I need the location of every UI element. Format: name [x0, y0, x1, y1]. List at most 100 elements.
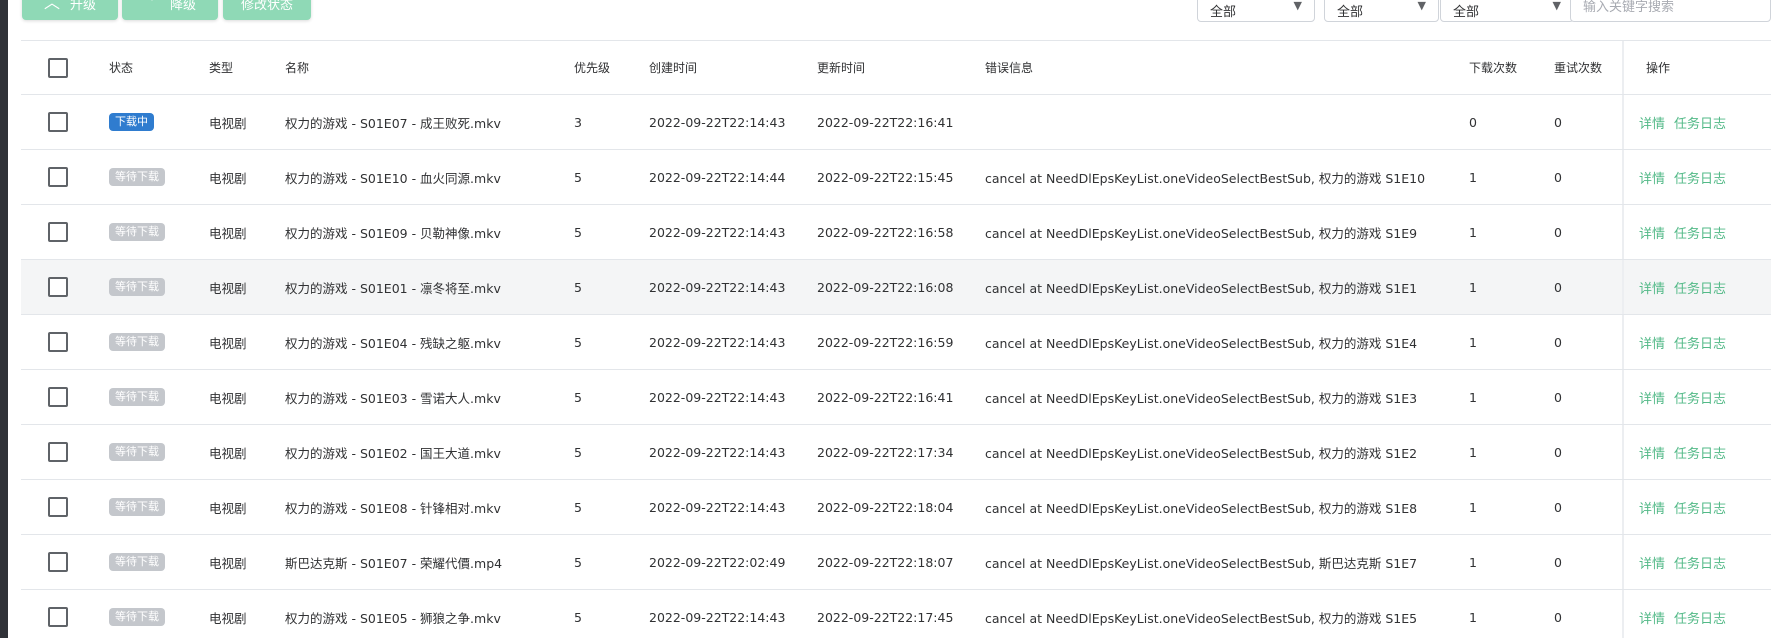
downloads-cell: 1 [1469, 499, 1477, 515]
header-downloads[interactable]: 下载次数 [1469, 41, 1517, 94]
row-checkbox-cell [48, 150, 68, 204]
row-checkbox[interactable] [48, 607, 68, 627]
status-cell: 等待下载 [109, 205, 165, 259]
detail-link[interactable]: 详情 [1639, 278, 1665, 297]
updated-cell: 2022-09-22T22:16:41 [817, 114, 954, 130]
caret-down-icon: ▼ [1293, 0, 1302, 12]
header-priority[interactable]: 优先级 [574, 41, 610, 94]
created-cell: 2022-09-22T22:14:43 [649, 444, 786, 460]
ops-column-divider [1622, 590, 1624, 638]
error-cell: cancel at NeedDlEpsKeyList.oneVideoSelec… [985, 445, 1418, 461]
detail-link[interactable]: 详情 [1639, 223, 1665, 242]
task-log-link[interactable]: 任务日志 [1674, 333, 1726, 352]
task-log-link[interactable]: 任务日志 [1674, 443, 1726, 462]
header-type[interactable]: 类型 [209, 41, 233, 94]
header-created[interactable]: 创建时间 [649, 41, 697, 94]
downloads-cell: 1 [1469, 554, 1477, 570]
header-updated[interactable]: 更新时间 [817, 41, 865, 94]
detail-link[interactable]: 详情 [1639, 608, 1665, 627]
row-checkbox-cell [48, 370, 68, 424]
downloads-cell: 0 [1469, 114, 1477, 130]
table-row[interactable]: 等待下载 电视剧 权力的游戏 - S01E08 - 针锋相对.mkv 5 202… [21, 480, 1771, 535]
table-row[interactable]: 等待下载 电视剧 斯巴达克斯 - S01E07 - 荣耀代價.mp4 5 202… [21, 535, 1771, 590]
detail-link[interactable]: 详情 [1639, 168, 1665, 187]
status-cell: 等待下载 [109, 370, 165, 424]
table-row[interactable]: 下载中 电视剧 权力的游戏 - S01E07 - 成王败死.mkv 3 2022… [21, 95, 1771, 150]
table-row[interactable]: 等待下载 电视剧 权力的游戏 - S01E10 - 血火同源.mkv 5 202… [21, 150, 1771, 205]
task-log-link[interactable]: 任务日志 [1674, 113, 1726, 132]
task-log-link[interactable]: 任务日志 [1674, 168, 1726, 187]
status-badge: 等待下载 [109, 278, 165, 296]
table-row[interactable]: 等待下载 电视剧 权力的游戏 - S01E02 - 国王大道.mkv 5 202… [21, 425, 1771, 480]
row-checkbox[interactable] [48, 497, 68, 517]
row-checkbox[interactable] [48, 222, 68, 242]
name-cell: 权力的游戏 - S01E02 - 国王大道.mkv [285, 445, 501, 461]
downloads-cell: 1 [1469, 169, 1477, 185]
priority-cell: 5 [574, 224, 582, 240]
row-checkbox[interactable] [48, 552, 68, 572]
status-cell: 等待下载 [109, 425, 165, 479]
row-checkbox[interactable] [48, 277, 68, 297]
row-checkbox-cell [48, 315, 68, 369]
select-all-checkbox[interactable] [48, 57, 68, 78]
table-row[interactable]: 等待下载 电视剧 权力的游戏 - S01E05 - 狮狼之争.mkv 5 202… [21, 590, 1771, 638]
error-cell: cancel at NeedDlEpsKeyList.oneVideoSelec… [985, 225, 1418, 241]
retries-cell: 0 [1554, 224, 1562, 240]
detail-link[interactable]: 详情 [1639, 388, 1665, 407]
retries-cell: 0 [1554, 444, 1562, 460]
table-row[interactable]: 等待下载 电视剧 权力的游戏 - S01E01 - 凛冬将至.mkv 5 202… [21, 260, 1771, 315]
task-log-link[interactable]: 任务日志 [1674, 278, 1726, 297]
created-cell: 2022-09-22T22:14:43 [649, 609, 786, 625]
row-checkbox[interactable] [48, 387, 68, 407]
task-log-link[interactable]: 任务日志 [1674, 223, 1726, 242]
row-checkbox-cell [48, 205, 68, 259]
caret-down-icon: ▼ [1552, 0, 1561, 12]
ops-cell: 详情 任务日志 [1639, 535, 1735, 589]
updated-cell: 2022-09-22T22:16:41 [817, 389, 954, 405]
status-badge: 等待下载 [109, 333, 165, 351]
task-log-link[interactable]: 任务日志 [1674, 608, 1726, 627]
task-log-link[interactable]: 任务日志 [1674, 388, 1726, 407]
filter-select-2[interactable]: 全部 ▼ [1324, 0, 1439, 22]
type-cell: 电视剧 [209, 225, 247, 241]
upgrade-button[interactable]: ︿ 升级 [22, 0, 118, 20]
type-cell: 电视剧 [209, 610, 247, 626]
ops-column-divider [1622, 480, 1624, 534]
header-name[interactable]: 名称 [285, 41, 309, 94]
name-cell: 权力的游戏 - S01E07 - 成王败死.mkv [285, 115, 501, 131]
ops-cell: 详情 任务日志 [1639, 150, 1735, 204]
task-log-link[interactable]: 任务日志 [1674, 498, 1726, 517]
row-checkbox[interactable] [48, 442, 68, 462]
filter-select-3[interactable]: 全部 ▼ [1440, 0, 1574, 22]
header-status[interactable]: 状态 [109, 41, 133, 94]
filter-select-1[interactable]: 全部 ▼ [1197, 0, 1315, 22]
ops-column-divider [1622, 150, 1624, 204]
retries-cell: 0 [1554, 554, 1562, 570]
row-checkbox-cell [48, 590, 68, 638]
ops-column-divider [1622, 41, 1624, 94]
status-cell: 下载中 [109, 95, 154, 149]
task-log-link[interactable]: 任务日志 [1674, 553, 1726, 572]
header-retries[interactable]: 重试次数 [1554, 41, 1602, 94]
type-cell: 电视剧 [209, 390, 247, 406]
sidebar-edge [0, 0, 8, 638]
select-all-cell [48, 41, 68, 94]
detail-link[interactable]: 详情 [1639, 113, 1665, 132]
detail-link[interactable]: 详情 [1639, 443, 1665, 462]
priority-cell: 5 [574, 554, 582, 570]
detail-link[interactable]: 详情 [1639, 553, 1665, 572]
table-row[interactable]: 等待下载 电视剧 权力的游戏 - S01E03 - 雪诺大人.mkv 5 202… [21, 370, 1771, 425]
detail-link[interactable]: 详情 [1639, 333, 1665, 352]
row-checkbox[interactable] [48, 332, 68, 352]
search-input[interactable]: 输入关键字搜索 [1570, 0, 1771, 22]
table-row[interactable]: 等待下载 电视剧 权力的游戏 - S01E09 - 贝勒神像.mkv 5 202… [21, 205, 1771, 260]
modify-status-button[interactable]: 修改状态 [223, 0, 311, 20]
row-checkbox[interactable] [48, 167, 68, 187]
detail-link[interactable]: 详情 [1639, 498, 1665, 517]
row-checkbox[interactable] [48, 112, 68, 132]
error-cell: cancel at NeedDlEpsKeyList.oneVideoSelec… [985, 610, 1418, 626]
table-row[interactable]: 等待下载 电视剧 权力的游戏 - S01E04 - 残缺之躯.mkv 5 202… [21, 315, 1771, 370]
ops-column-divider [1622, 205, 1624, 259]
downgrade-button[interactable]: ﹀ 降级 [122, 0, 218, 20]
retries-cell: 0 [1554, 334, 1562, 350]
